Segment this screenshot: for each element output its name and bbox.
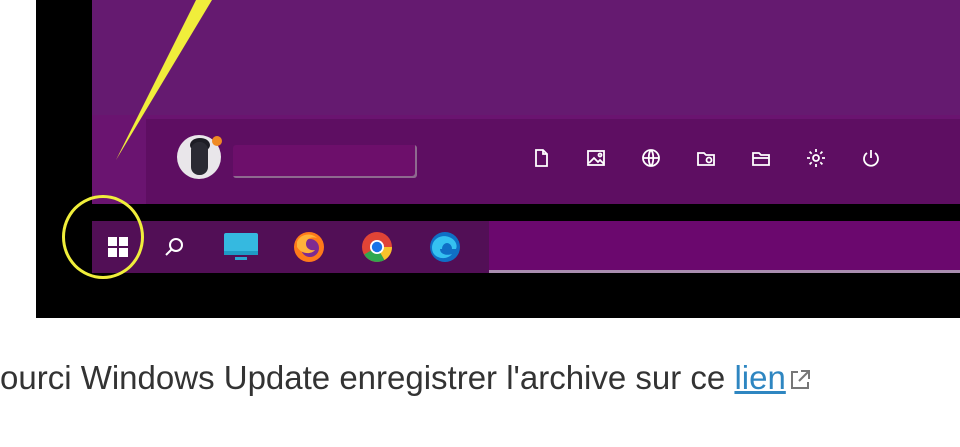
- monitor-app-icon: [224, 233, 258, 260]
- edge-icon: [430, 232, 460, 262]
- taskbar-app-firefox[interactable]: [281, 221, 337, 273]
- search-button[interactable]: [148, 221, 200, 273]
- taskbar-app-monitor[interactable]: [213, 221, 269, 273]
- pictures-icon[interactable]: [584, 145, 608, 171]
- taskbar-app-edge[interactable]: [417, 221, 473, 273]
- taskbar-empty-area: [489, 221, 960, 270]
- network-icon[interactable]: [639, 145, 663, 171]
- caption-link[interactable]: lien: [734, 359, 785, 396]
- user-name-field[interactable]: [233, 145, 417, 178]
- chrome-icon: [362, 232, 392, 262]
- taskbar: [92, 221, 960, 273]
- start-button[interactable]: [92, 221, 144, 273]
- start-menu-panel: [92, 0, 960, 204]
- document-icon[interactable]: [529, 145, 553, 171]
- external-link-icon[interactable]: [788, 368, 812, 392]
- file-explorer-icon[interactable]: [694, 145, 718, 171]
- search-icon: [165, 238, 183, 256]
- caption-text: ourci Windows Update enregistrer l'archi…: [0, 359, 735, 396]
- taskbar-edge: [489, 270, 960, 273]
- power-icon[interactable]: [859, 145, 883, 171]
- status-badge: [212, 136, 222, 146]
- avatar-figure: [191, 142, 208, 175]
- settings-icon[interactable]: [804, 145, 828, 171]
- firefox-icon: [294, 232, 324, 262]
- folder-icon[interactable]: [749, 145, 773, 171]
- start-menu-content-area: [92, 0, 960, 115]
- windows-start-icon: [108, 237, 128, 257]
- taskbar-app-chrome[interactable]: [349, 221, 405, 273]
- caption-line: ourci Windows Update enregistrer l'archi…: [0, 353, 960, 403]
